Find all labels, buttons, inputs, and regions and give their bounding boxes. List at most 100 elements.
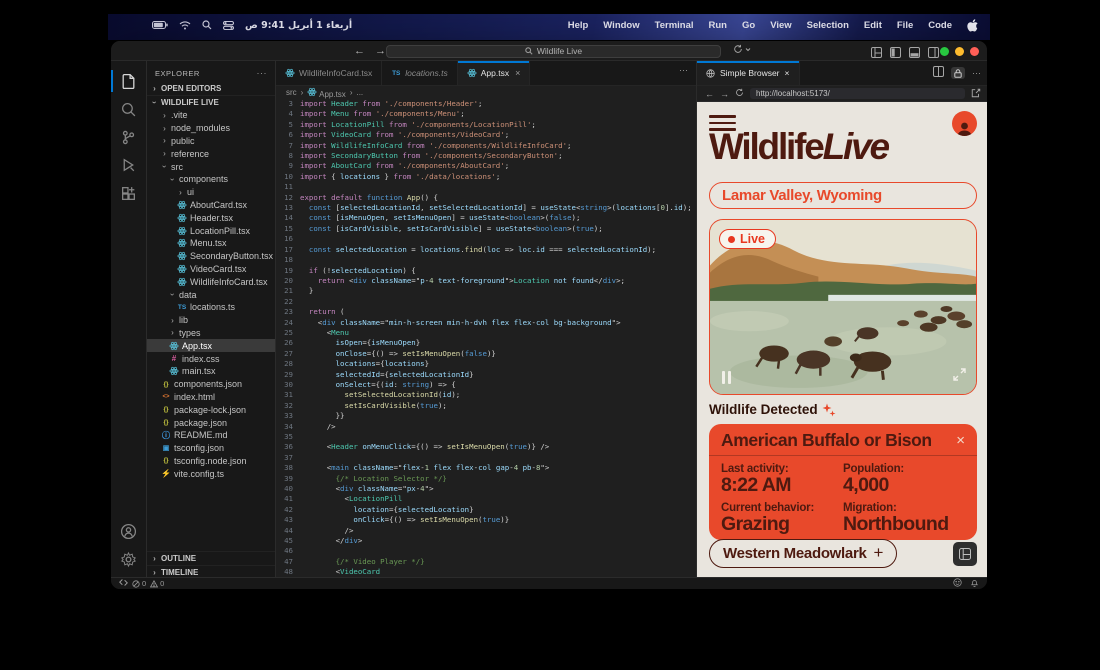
run-debug-icon[interactable]	[111, 151, 147, 179]
feedback-smiley-icon[interactable]	[953, 578, 962, 589]
editor-tab-locations.ts[interactable]: TSlocations.ts	[382, 61, 458, 85]
code-line[interactable]: 44 />	[276, 526, 696, 536]
title-bar[interactable]: ← → Wildlife Live	[111, 41, 987, 61]
code-line[interactable]: 17 const selectedLocation = locations.fi…	[276, 245, 696, 255]
account-icon[interactable]	[111, 517, 147, 545]
browser-forward-button[interactable]: →	[720, 89, 729, 99]
menubar-item-go[interactable]: Go	[742, 20, 755, 31]
fullscreen-expand-icon[interactable]	[953, 368, 966, 386]
code-line[interactable]: 30 onSelect={(id: string) => {	[276, 380, 696, 390]
tree-item[interactable]: ›public	[147, 135, 275, 148]
code-line[interactable]: 7import WildlifeInfoCard from './compone…	[276, 141, 696, 151]
code-line[interactable]: 8import SecondaryButton from './componen…	[276, 151, 696, 161]
code-line[interactable]: 46	[276, 546, 696, 556]
tab-simple-browser[interactable]: Simple Browser ×	[697, 61, 800, 85]
lock-icon[interactable]	[951, 67, 965, 79]
code-line[interactable]: 4import Menu from './components/Menu';	[276, 109, 696, 119]
menubar-item-window[interactable]: Window	[603, 20, 639, 31]
code-line[interactable]: 26 isOpen={isMenuOpen}	[276, 338, 696, 348]
video-card[interactable]: Live	[709, 219, 977, 395]
tree-item[interactable]: Menu.tsx	[147, 237, 275, 250]
tree-item[interactable]: ›components	[147, 173, 275, 186]
menubar-item-edit[interactable]: Edit	[864, 20, 882, 31]
tree-item[interactable]: ▣tsconfig.json	[147, 442, 275, 455]
search-sidebar-icon[interactable]	[111, 95, 147, 123]
explorer-icon[interactable]	[111, 67, 147, 95]
menubar-item-view[interactable]: View	[770, 20, 791, 31]
code-line[interactable]: 23 return (	[276, 307, 696, 317]
tree-item[interactable]: WildlifeInfoCard.tsx	[147, 275, 275, 288]
code-line[interactable]: 43 onClick={() => setIsMenuOpen(true)}	[276, 515, 696, 525]
code-line[interactable]: 5import LocationPill from './components/…	[276, 120, 696, 130]
code-line[interactable]: 34 />	[276, 422, 696, 432]
tree-item[interactable]: ⓘREADME.md	[147, 429, 275, 442]
breadcrumb[interactable]: src› App.tsx›...	[276, 86, 696, 99]
tree-item[interactable]: ›src	[147, 160, 275, 173]
editor-tab-app.tsx[interactable]: App.tsx×	[458, 61, 531, 85]
extensions-icon[interactable]	[111, 179, 147, 207]
pause-button-icon[interactable]	[722, 371, 731, 384]
code-line[interactable]: 16	[276, 234, 696, 244]
code-line[interactable]: 12export default function App() {	[276, 193, 696, 203]
control-center-icon[interactable]	[223, 21, 234, 30]
tree-item[interactable]: SecondaryButton.tsx	[147, 250, 275, 263]
explorer-more-actions[interactable]: ···	[257, 68, 268, 78]
command-center-search[interactable]: Wildlife Live	[386, 45, 721, 58]
code-line[interactable]: 41 <LocationPill	[276, 494, 696, 504]
code-line[interactable]: 13 const [selectedLocationId, setSelecte…	[276, 203, 696, 213]
code-line[interactable]: 40 <div className="px-4">	[276, 484, 696, 494]
menubar-clock[interactable]: أربعاء 1 أبريل 9:41 ص	[245, 20, 352, 31]
code-line[interactable]: 20 return <div className="p-4 text-foreg…	[276, 276, 696, 286]
code-line[interactable]: 47 {/* Video Player */}	[276, 557, 696, 567]
code-line[interactable]: 11	[276, 182, 696, 192]
breadcrumb-item[interactable]: ...	[356, 88, 363, 97]
code-line[interactable]: 9import AboutCard from './components/Abo…	[276, 161, 696, 171]
code-line[interactable]: 19 if (!selectedLocation) {	[276, 266, 696, 276]
code-line[interactable]: 27 onClose={() => setIsMenuOpen(false)}	[276, 349, 696, 359]
secondary-species-pill[interactable]: Western Meadowlark +	[709, 539, 897, 568]
tree-item[interactable]: {}components.json	[147, 378, 275, 391]
tree-item[interactable]: {}package.json	[147, 416, 275, 429]
tree-item[interactable]: #index.css	[147, 352, 275, 365]
open-editors-section[interactable]: ›OPEN EDITORS	[147, 81, 275, 95]
code-line[interactable]: 28 locations={locations}	[276, 359, 696, 369]
code-line[interactable]: 38 <main className="flex-1 flex flex-col…	[276, 463, 696, 473]
code-line[interactable]: 42 location={selectedLocation}	[276, 505, 696, 515]
code-line[interactable]: 25 <Menu	[276, 328, 696, 338]
tree-item[interactable]: ›.vite	[147, 109, 275, 122]
menubar-item-terminal[interactable]: Terminal	[655, 20, 694, 31]
tab-close-icon[interactable]: ×	[515, 68, 520, 78]
code-line[interactable]: 21 }	[276, 286, 696, 296]
tree-item[interactable]: AboutCard.tsx	[147, 199, 275, 212]
problems-errors[interactable]: 0	[132, 579, 146, 588]
code-line[interactable]: 32 setIsCardVisible(true);	[276, 401, 696, 411]
problems-warnings[interactable]: 0	[150, 579, 164, 588]
tree-item[interactable]: LocationPill.tsx	[147, 224, 275, 237]
window-zoom-button[interactable]	[940, 47, 949, 56]
tree-item[interactable]: ›data	[147, 288, 275, 301]
tree-item[interactable]: Header.tsx	[147, 211, 275, 224]
remote-indicator-icon[interactable]	[119, 578, 128, 589]
code-line[interactable]: 18	[276, 255, 696, 265]
floating-layout-button[interactable]	[953, 542, 977, 566]
tree-item[interactable]: ›lib	[147, 314, 275, 327]
code-line[interactable]: 29 selectedId={selectedLocationId}	[276, 370, 696, 380]
code-line[interactable]: 3import Header from './components/Header…	[276, 99, 696, 109]
menubar-item-run[interactable]: Run	[709, 20, 727, 31]
location-pill[interactable]: Lamar Valley, Wyoming	[709, 182, 977, 209]
tree-item[interactable]: {}package-lock.json	[147, 403, 275, 416]
code-line[interactable]: 6import VideoCard from './components/Vid…	[276, 130, 696, 140]
open-external-icon[interactable]	[971, 88, 981, 100]
breadcrumb-item[interactable]: App.tsx	[307, 87, 345, 99]
tree-item[interactable]: ›types	[147, 327, 275, 340]
menubar-item-help[interactable]: Help	[568, 20, 589, 31]
window-minimize-button[interactable]	[955, 47, 964, 56]
sync-refresh-button[interactable]	[733, 44, 751, 54]
browser-back-button[interactable]: ←	[705, 89, 714, 99]
apple-logo-icon[interactable]	[967, 19, 978, 32]
code-line[interactable]: 22	[276, 297, 696, 307]
code-line[interactable]: 14 const [isMenuOpen, setIsMenuOpen] = u…	[276, 213, 696, 223]
split-editor-icon[interactable]	[933, 64, 944, 82]
panel-more-actions[interactable]: ···	[972, 68, 981, 78]
tree-item[interactable]: ›ui	[147, 186, 275, 199]
